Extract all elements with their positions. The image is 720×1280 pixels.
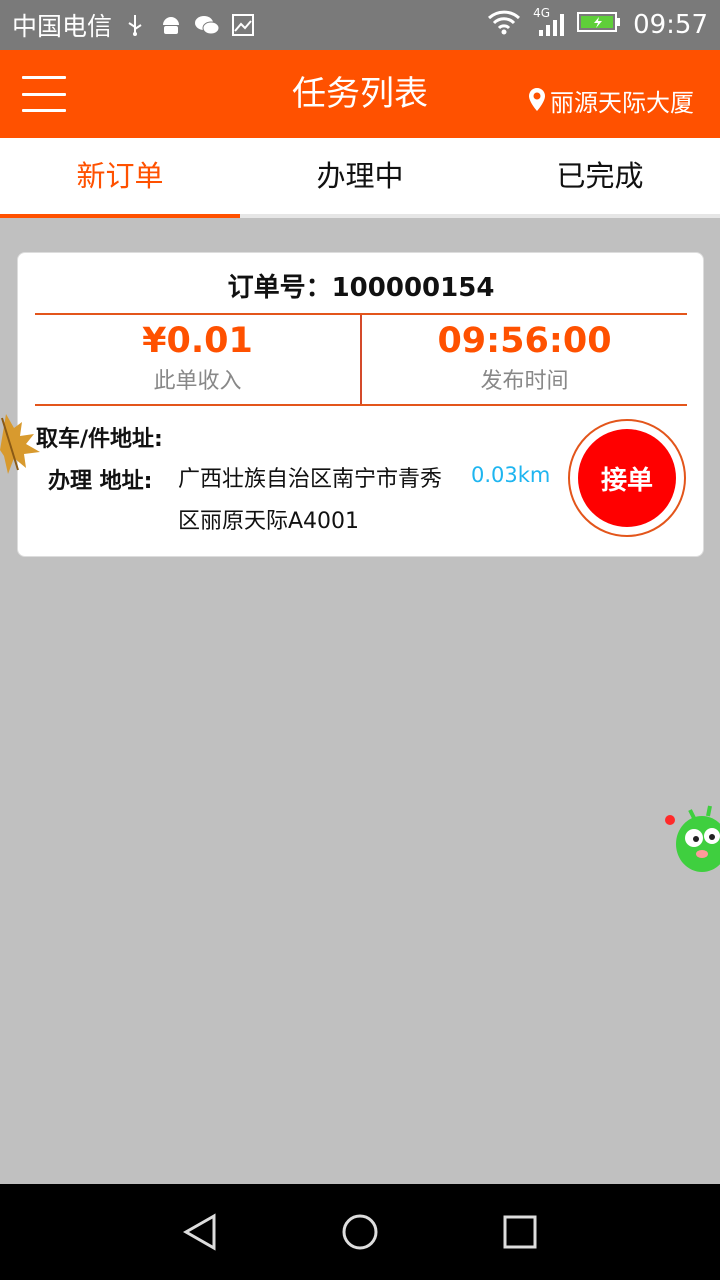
order-number: 100000154 [331, 273, 495, 303]
status-bar: 中国电信 4G 09:57 [0, 0, 720, 50]
accept-order-label: 接单 [578, 429, 676, 527]
recents-icon[interactable] [480, 1202, 560, 1262]
address-label: 办理 地址: [48, 469, 153, 494]
app-header: 任务列表 丽源天际大厦 [0, 50, 720, 138]
android-icon [158, 12, 184, 38]
income-label: 此单收入 [153, 369, 242, 394]
gallery-icon [230, 12, 256, 38]
network-type: 4G [533, 6, 550, 20]
income-stat: ¥0.01 此单收入 [35, 315, 362, 404]
system-nav-bar [0, 1184, 720, 1280]
location-pin-icon [529, 88, 545, 111]
distance: 0.03km [471, 463, 551, 487]
address-text: 广西壮族自治区南宁市青秀区丽原天际A4001 [178, 467, 443, 534]
home-icon[interactable] [320, 1202, 400, 1262]
tab-new-orders[interactable]: 新订单 [0, 138, 240, 218]
order-number-label: 订单号： [227, 273, 332, 303]
income-value: ¥0.01 [142, 321, 253, 361]
maple-leaf-icon [0, 414, 40, 474]
usb-icon [122, 12, 148, 38]
order-tabs: 新订单 办理中 已完成 [0, 138, 720, 218]
battery-icon [577, 10, 621, 40]
publish-time-value: 09:56:00 [437, 321, 612, 361]
publish-time-label: 发布时间 [480, 369, 569, 394]
location-selector[interactable]: 丽源天际大厦 [528, 50, 694, 150]
mascot-icon[interactable] [660, 798, 720, 878]
back-icon[interactable] [160, 1202, 240, 1262]
carrier-name: 中国电信 [12, 12, 113, 41]
accept-order-button[interactable]: 接单 [568, 419, 686, 537]
order-number-row: 订单号：100000154 [35, 253, 687, 315]
wechat-icon [194, 12, 220, 38]
address-title: 取车/件地址: [36, 427, 163, 452]
tab-completed[interactable]: 已完成 [480, 138, 720, 214]
order-card[interactable]: 订单号：100000154 ¥0.01 此单收入 09:56:00 发布时间 取… [17, 252, 704, 557]
publish-time-stat: 09:56:00 发布时间 [362, 315, 687, 404]
signal-icon: 4G [533, 6, 565, 38]
tab-in-progress[interactable]: 办理中 [240, 138, 480, 214]
order-stats: ¥0.01 此单收入 09:56:00 发布时间 [35, 315, 687, 406]
clock: 09:57 [633, 10, 708, 40]
wifi-icon [487, 9, 521, 41]
location-label: 丽源天际大厦 [550, 88, 694, 117]
